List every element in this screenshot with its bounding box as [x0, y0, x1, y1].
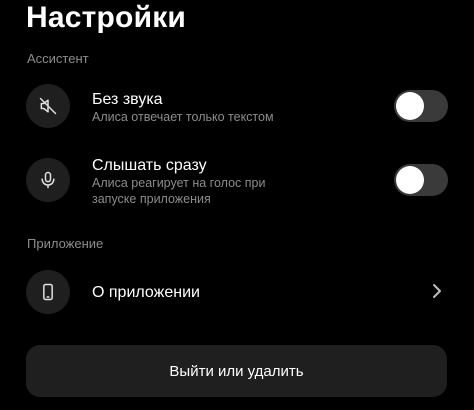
settings-row-mute[interactable]: Без звука Алиса отвечает только текстом — [26, 84, 448, 130]
toggle-knob — [396, 92, 424, 120]
section-label-assistant: Ассистент — [27, 51, 89, 66]
toggle-knob — [396, 166, 424, 194]
row-title: Без звука — [92, 91, 163, 108]
listen-immediately-toggle[interactable] — [394, 164, 448, 196]
row-subtitle: Алиса отвечает только текстом — [92, 110, 274, 124]
page-title: Настройки — [26, 1, 187, 34]
row-title: Слышать сразу — [92, 157, 207, 174]
mute-toggle[interactable] — [394, 90, 448, 122]
exit-or-delete-button[interactable]: Выйти или удалить — [26, 345, 447, 397]
phone-icon — [26, 270, 70, 314]
section-label-app: Приложение — [27, 236, 104, 251]
mute-speaker-icon — [26, 84, 70, 128]
microphone-icon — [26, 158, 70, 202]
settings-row-about-app[interactable]: О приложении — [26, 270, 448, 314]
row-subtitle: Алиса реагирует на голос при запуске при… — [92, 176, 266, 206]
chevron-right-icon — [432, 283, 442, 304]
row-title: О приложении — [92, 284, 200, 301]
settings-row-listen-immediately[interactable]: Слышать сразу Алиса реагирует на голос п… — [26, 157, 448, 208]
